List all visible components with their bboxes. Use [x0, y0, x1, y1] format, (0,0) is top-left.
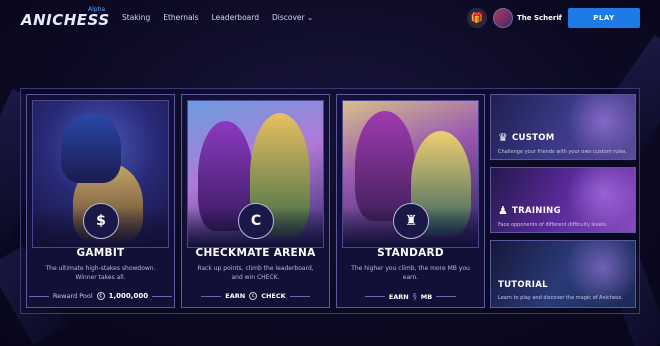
earn-label: EARN	[388, 292, 409, 301]
user-avatar[interactable]	[493, 8, 513, 28]
mode-description: The higher you climb, the more MB you ea…	[351, 265, 470, 281]
nav-ethernals[interactable]: Ethernals	[163, 13, 198, 22]
divider	[436, 296, 457, 297]
mode-card-training[interactable]: ♟ TRAINING Face opponents of different d…	[490, 167, 636, 233]
mode-card-checkmate-arena[interactable]: C CHECKMATE ARENA Rack up points, climb …	[181, 94, 330, 308]
mode-card-standard[interactable]: ♜ STANDARD The higher you climb, the mor…	[336, 94, 485, 308]
earn-token: MB	[420, 292, 433, 301]
divider	[152, 295, 173, 297]
reward-pool-label: Reward Pool	[52, 292, 93, 300]
divider	[289, 295, 310, 297]
mode-card-tutorial[interactable]: TUTORIAL Learn to play and discover the …	[490, 240, 636, 308]
chevron-down-icon: ⌄	[306, 13, 314, 22]
art-figure	[61, 113, 121, 183]
side-mode-title: TRAINING	[512, 206, 561, 216]
top-navigation-bar: ANICHESS Alpha Staking Ethernals Leaderb…	[0, 0, 660, 36]
reward-pool-value: 1,000,000	[108, 292, 149, 300]
reward-pool: Reward Pool ¢ 1,000,000	[27, 292, 174, 300]
side-mode-description: Face opponents of different difficulty l…	[498, 222, 608, 228]
mode-title: STANDARD	[377, 247, 444, 259]
side-mode-description: Learn to play and discover the magic of …	[498, 295, 623, 301]
gambit-emblem-icon: $	[83, 203, 119, 239]
mode-description: The ultimate high-stakes showdown. Winne…	[45, 265, 156, 281]
crown-icon: ♛	[498, 131, 508, 144]
divider	[28, 295, 49, 297]
anichess-logo[interactable]: ANICHESS	[21, 11, 110, 29]
nav-staking[interactable]: Staking	[122, 13, 150, 22]
earn-check: EARN c CHECK	[182, 292, 329, 300]
mode-card-gambit[interactable]: $ GAMBIT The ultimate high-stakes showdo…	[26, 94, 175, 308]
nav-discover-label: Discover	[271, 13, 305, 22]
mb-token-icon: §	[412, 292, 417, 301]
shield-emblem-icon: ♜	[393, 203, 429, 239]
chevron-down-icon[interactable]: ⌄	[556, 13, 562, 21]
check-token-icon: c	[249, 292, 258, 300]
divider	[201, 295, 222, 297]
divider	[364, 296, 385, 297]
side-mode-title: TUTORIAL	[498, 280, 548, 290]
gift-icon[interactable]: 🎁	[467, 8, 487, 28]
side-mode-description: Challenge your friends with your own cus…	[498, 149, 628, 155]
robot-icon: ♟	[498, 204, 508, 217]
mode-title: CHECKMATE ARENA	[195, 247, 316, 259]
check-emblem-icon: C	[238, 203, 274, 239]
earn-label: EARN	[225, 292, 246, 300]
mode-card-custom[interactable]: ♛ CUSTOM Challenge your friends with you…	[490, 94, 636, 160]
mode-title: GAMBIT	[76, 247, 125, 259]
game-modes-panel: $ GAMBIT The ultimate high-stakes showdo…	[20, 88, 640, 314]
main-nav: Staking Ethernals Leaderboard Discover ⌄	[122, 13, 313, 22]
play-button[interactable]: PLAY	[568, 8, 640, 28]
logo-tag: Alpha	[88, 6, 106, 13]
side-mode-title: CUSTOM	[512, 133, 555, 143]
mode-description: Rack up points, climb the leaderboard, a…	[197, 265, 314, 281]
earn-token: CHECK	[261, 292, 286, 300]
nav-leaderboard[interactable]: Leaderboard	[212, 13, 259, 22]
nav-discover[interactable]: Discover ⌄	[272, 13, 313, 22]
earn-mb: EARN § MB	[337, 292, 484, 301]
coin-icon: ¢	[96, 292, 105, 300]
